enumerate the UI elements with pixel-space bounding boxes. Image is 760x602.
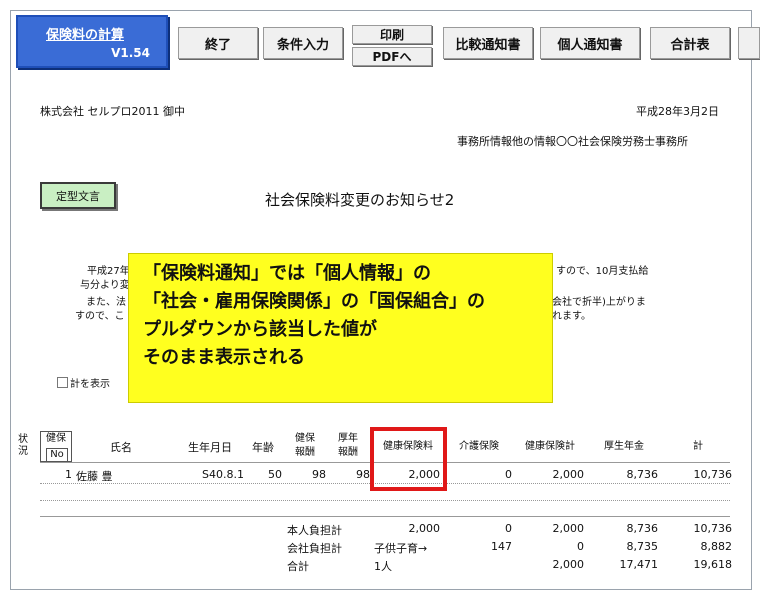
recipient: 株式会社 セルプロ2011 御中 (40, 105, 185, 118)
summary-pension-2: 8,735 (626, 540, 659, 553)
row-kosei: 98 (356, 468, 370, 481)
summary-pension-1: 8,736 (626, 522, 659, 535)
col-birth: 生年月日 (188, 441, 232, 454)
empty-row-divider (40, 500, 730, 501)
print-button[interactable]: 印刷 (352, 25, 432, 44)
doc-date: 平成28年3月2日 (636, 105, 719, 118)
summary-sum-1: 10,736 (693, 522, 733, 535)
show-total-checkbox[interactable] (57, 377, 68, 388)
col-kosei-1: 厚年 (338, 433, 358, 444)
body-line-2: 与分より変 (80, 280, 130, 291)
col-no-1: 健保 (46, 433, 66, 444)
doc-title: 社会保険料変更のお知らせ2 (265, 191, 455, 209)
row-birth: S40.8.1 (202, 468, 244, 481)
row-no: 1 (65, 468, 72, 481)
summary-sum-3: 19,618 (693, 558, 733, 571)
annotation-callout: 「保険料通知」では「個人情報」の 「社会・雇用保険関係」の「国保組合」の プルダ… (128, 253, 553, 403)
row-care: 0 (505, 468, 512, 481)
col-status: 状況 (18, 434, 28, 457)
health-premium-highlight (370, 427, 447, 491)
pdf-button[interactable]: PDFへ (352, 47, 432, 66)
summary-health-total-1: 2,000 (552, 522, 585, 535)
body-line-4: すので、こ (75, 311, 125, 322)
callout-line-3: プルダウンから該当した値が (143, 319, 377, 340)
body-right-1: すので、10月支払給 (556, 266, 649, 277)
summary-care-1: 0 (505, 522, 512, 535)
col-pension: 厚生年金 (604, 441, 644, 452)
summary-pension-3: 17,471 (619, 558, 659, 571)
end-button[interactable]: 終了 (178, 27, 258, 59)
col-name: 氏名 (110, 441, 132, 454)
col-kenpo-2: 報酬 (295, 447, 315, 458)
summary-health-3: 1人 (374, 560, 392, 573)
more-button[interactable] (738, 27, 760, 59)
row-health-total: 2,000 (552, 468, 585, 481)
summary-health-1: 2,000 (408, 522, 441, 535)
summary-health-total-3: 2,000 (552, 558, 585, 571)
total-table-button[interactable]: 合計表 (650, 27, 730, 59)
summary-care-2: 147 (491, 540, 512, 553)
template-text-button[interactable]: 定型文言 (40, 182, 116, 209)
row-kenpo: 98 (312, 468, 326, 481)
summary-label-2: 会社負担計 (287, 542, 342, 555)
app-logo-button[interactable]: 保険料の計算 V1.54 (16, 15, 168, 68)
col-kenpo-1: 健保 (295, 433, 315, 444)
col-age: 年齢 (252, 441, 274, 454)
row-sum: 10,736 (693, 468, 733, 481)
summary-label-1: 本人負担計 (287, 524, 342, 537)
summary-label-3: 合計 (287, 560, 309, 573)
row-name: 佐藤 豊 (76, 470, 113, 483)
app-title: 保険料の計算 (46, 28, 125, 43)
conditions-button[interactable]: 条件入力 (263, 27, 343, 59)
office-name: 事務所情報他の情報〇〇社会保険労務士事務所 (457, 135, 688, 148)
col-care: 介護保険 (459, 441, 499, 452)
callout-line-1: 「保険料通知」では「個人情報」の (143, 263, 431, 284)
callout-line-4: そのまま表示される (143, 347, 305, 368)
col-kosei-2: 報酬 (338, 447, 358, 458)
summary-rule (40, 516, 730, 517)
body-right-3: れます。 (552, 311, 591, 322)
col-sum: 計 (693, 441, 703, 452)
col-health-total: 健康保険計 (525, 441, 575, 452)
row-age: 50 (268, 468, 282, 481)
col-no-2: No (46, 448, 68, 462)
callout-line-2: 「社会・雇用保険関係」の「国保組合」の (143, 291, 485, 312)
summary-health-2: 子供子育→ (374, 542, 428, 555)
compare-notice-button[interactable]: 比較通知書 (443, 27, 533, 59)
personal-notice-button[interactable]: 個人通知書 (540, 27, 640, 59)
body-line-3: また、法 (86, 297, 126, 308)
show-total-label: 計を表示 (70, 379, 110, 390)
body-line-1: 平成27年 (87, 266, 130, 277)
summary-sum-2: 8,882 (700, 540, 733, 553)
body-right-2: 会社で折半)上がりま (552, 297, 646, 308)
app-version: V1.54 (111, 46, 150, 60)
summary-health-total-2: 0 (577, 540, 584, 553)
row-pension: 8,736 (626, 468, 659, 481)
